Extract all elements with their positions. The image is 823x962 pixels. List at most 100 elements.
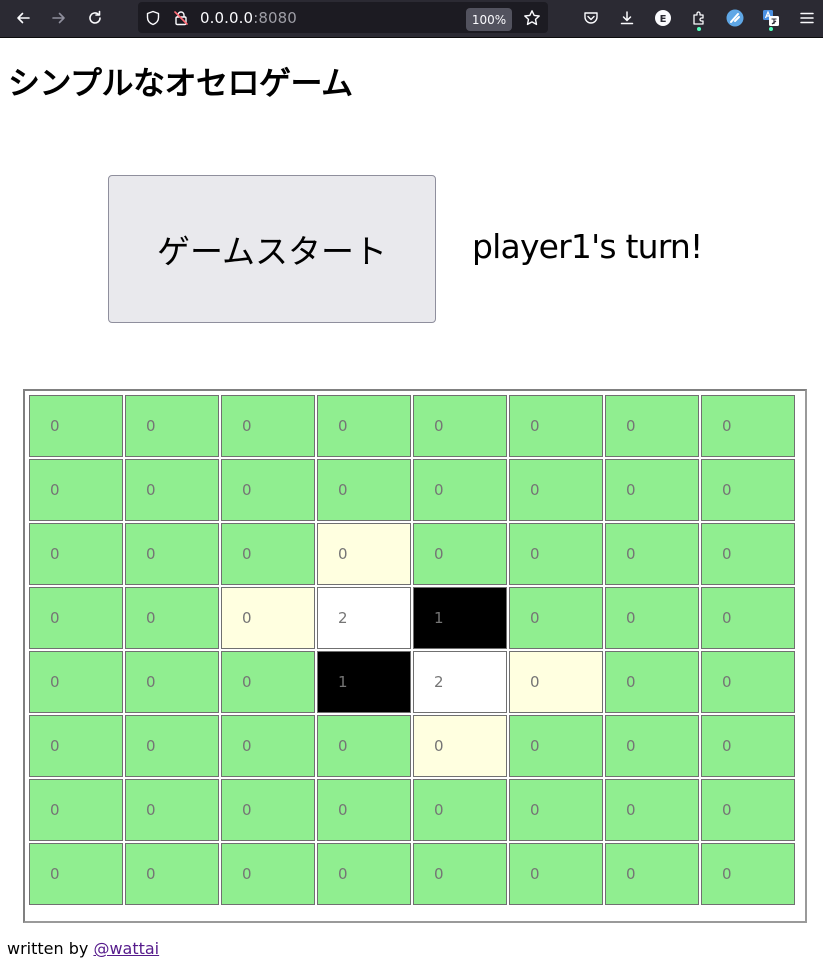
board-cell[interactable]: 0 [221,715,315,777]
board-cell[interactable]: 0 [509,395,603,457]
board-cell[interactable]: 0 [701,651,795,713]
board-cell[interactable]: 0 [701,459,795,521]
board-cell[interactable]: 0 [125,459,219,521]
board-cell[interactable]: 0 [509,651,603,713]
translate-notification-dot [769,27,773,31]
board-cell[interactable]: 0 [221,779,315,841]
board-cell[interactable]: 0 [125,523,219,585]
extension-e-icon[interactable]: E [650,5,676,31]
board-cell[interactable]: 0 [605,395,699,457]
board-cell[interactable]: 0 [605,651,699,713]
board-cell[interactable]: 0 [29,715,123,777]
board-cell[interactable]: 0 [413,779,507,841]
board-cell[interactable]: 0 [29,651,123,713]
url-host: 0.0.0.0 [200,9,254,27]
url-text[interactable]: 0.0.0.0:8080 [200,9,297,27]
board-body: 0000000000000000000000000002100000012000… [29,395,795,905]
game-start-button[interactable]: ゲームスタート [108,175,436,323]
shield-icon[interactable] [140,5,166,31]
page-title: シンプルなオセロゲーム [8,64,353,102]
board-cell[interactable]: 0 [413,395,507,457]
board-cell[interactable]: 0 [125,587,219,649]
board-cell[interactable]: 0 [701,587,795,649]
back-arrow-icon[interactable] [10,5,36,31]
board-row: 00000000 [29,715,795,777]
board-cell[interactable]: 1 [413,587,507,649]
board-cell[interactable]: 0 [125,395,219,457]
board-cell[interactable]: 0 [317,843,411,905]
board-cell[interactable]: 0 [509,523,603,585]
browser-toolbar: 0.0.0.0:8080 100% E [0,0,823,38]
board-cell[interactable]: 0 [221,523,315,585]
insecure-lock-icon[interactable] [168,5,194,31]
board-cell[interactable]: 0 [413,843,507,905]
board-cell[interactable]: 0 [605,459,699,521]
board-cell[interactable]: 0 [605,523,699,585]
board-cell[interactable]: 2 [317,587,411,649]
board-row: 00012000 [29,651,795,713]
board-cell[interactable]: 1 [317,651,411,713]
footer-prefix: written by [7,939,94,958]
board-cell[interactable]: 0 [221,651,315,713]
board-cell[interactable]: 0 [317,523,411,585]
board-cell[interactable]: 0 [221,395,315,457]
bookmark-star-icon[interactable] [519,5,545,31]
board-cell[interactable]: 0 [29,395,123,457]
reload-icon[interactable] [82,5,108,31]
board-row: 00000000 [29,843,795,905]
board-cell[interactable]: 0 [509,843,603,905]
board-cell[interactable]: 0 [509,459,603,521]
board-cell[interactable]: 0 [605,715,699,777]
url-port: :8080 [253,9,297,27]
board-cell[interactable]: 0 [125,715,219,777]
board-cell[interactable]: 0 [413,715,507,777]
hamburger-menu-icon[interactable] [794,5,820,31]
board-cell[interactable]: 0 [605,843,699,905]
board-cell[interactable]: 0 [509,715,603,777]
board-cell[interactable]: 0 [317,779,411,841]
board-cell[interactable]: 0 [509,779,603,841]
board-cell[interactable]: 0 [413,523,507,585]
turn-status: player1's turn! [472,227,703,266]
board-cell[interactable]: 0 [125,779,219,841]
board-cell[interactable]: 2 [413,651,507,713]
board-cell[interactable]: 0 [125,651,219,713]
board-row: 00000000 [29,523,795,585]
zoom-level-button[interactable]: 100% [466,8,512,31]
board-cell[interactable]: 0 [701,395,795,457]
board-cell[interactable]: 0 [221,587,315,649]
board-cell[interactable]: 0 [221,459,315,521]
board-row: 00021000 [29,587,795,649]
board-cell[interactable]: 0 [605,587,699,649]
board-grid: 0000000000000000000000000002100000012000… [27,393,797,907]
url-bar[interactable]: 0.0.0.0:8080 100% [138,2,548,33]
extension-notification-dot [697,27,701,31]
board-cell[interactable]: 0 [29,459,123,521]
board-cell[interactable]: 0 [29,523,123,585]
board-row: 00000000 [29,459,795,521]
board-cell[interactable]: 0 [29,587,123,649]
board-row: 00000000 [29,395,795,457]
board-row: 00000000 [29,779,795,841]
board-cell[interactable]: 0 [29,779,123,841]
board-cell[interactable]: 0 [317,395,411,457]
extension-blue-icon[interactable] [722,5,748,31]
board-cell[interactable]: 0 [317,459,411,521]
board-cell[interactable]: 0 [125,843,219,905]
board-cell[interactable]: 0 [701,779,795,841]
extension-e-label: E [660,14,667,25]
board-cell[interactable]: 0 [605,779,699,841]
board-cell[interactable]: 0 [701,715,795,777]
board-cell[interactable]: 0 [701,523,795,585]
board-cell[interactable]: 0 [29,843,123,905]
board-cell[interactable]: 0 [701,843,795,905]
othello-board: 0000000000000000000000000002100000012000… [23,389,807,923]
author-link[interactable]: @wattai [93,939,159,958]
forward-arrow-icon[interactable] [46,5,72,31]
pocket-icon[interactable] [578,5,604,31]
board-cell[interactable]: 0 [509,587,603,649]
board-cell[interactable]: 0 [221,843,315,905]
downloads-icon[interactable] [614,5,640,31]
board-cell[interactable]: 0 [413,459,507,521]
board-cell[interactable]: 0 [317,715,411,777]
